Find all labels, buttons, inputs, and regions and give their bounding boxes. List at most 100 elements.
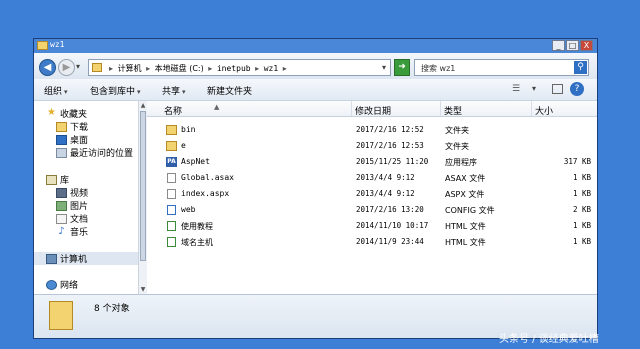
sidebar-item-recent-places[interactable]: 最近访问的位置 [56, 146, 133, 159]
table-row[interactable]: index.aspx 2013/4/4 9:12 ASPX 文件 1 KB [147, 187, 597, 201]
sidebar-item-downloads[interactable]: 下载 [56, 120, 88, 133]
breadcrumb-computer[interactable]: 计算机 [118, 64, 142, 73]
breadcrumb-local-disk[interactable]: 本地磁盘 (C:) [155, 64, 204, 73]
minimize-button[interactable]: _ [552, 40, 565, 51]
chevron-down-icon: ▾ [137, 88, 141, 96]
file-date: 2017/2/16 12:52 [356, 125, 424, 134]
back-button[interactable]: ◀ [39, 59, 56, 76]
refresh-button[interactable]: ➜ [394, 59, 410, 76]
item-count: 8 个对象 [94, 304, 130, 314]
file-date: 2017/2/16 13:20 [356, 205, 424, 214]
breadcrumb-wz1[interactable]: wz1 [264, 64, 278, 73]
column-divider[interactable] [351, 101, 352, 116]
address-bar: ◀ ▶ ▾ ▸ 计算机 ▸ 本地磁盘 (C:) ▸ inetpub ▸ wz1 … [34, 53, 597, 79]
new-folder-button[interactable]: 新建文件夹 [207, 84, 252, 97]
table-row[interactable]: e 2017/2/16 12:53 文件夹 [147, 139, 597, 153]
command-toolbar: 组织 ▾ 包含到库中 ▾ 共享 ▾ 新建文件夹 ☰ ▾ ? [34, 79, 597, 101]
sidebar-item-music[interactable]: ♪ 音乐 [56, 225, 88, 238]
sidebar-item-favorites[interactable]: ★ 收藏夹 [46, 107, 87, 121]
address-history-dropdown[interactable]: ▾ [382, 63, 386, 72]
network-icon [46, 279, 57, 290]
help-icon[interactable]: ? [570, 82, 584, 96]
breadcrumb-separator[interactable]: ▸ [208, 64, 212, 73]
view-options-dropdown[interactable]: ▾ [532, 84, 536, 93]
chevron-down-icon: ▾ [64, 88, 68, 96]
table-row[interactable]: 使用教程 2014/11/10 10:17 HTML 文件 1 KB [147, 219, 597, 233]
column-divider[interactable] [531, 101, 532, 116]
share-label: 共享 [162, 87, 181, 97]
navigation-pane: ★ 收藏夹 下载 桌面 最近访问的位置 库 视频 图片 文档 ♪ 音乐 计算机 网络 [34, 101, 138, 294]
sidebar-item-label: 库 [60, 176, 70, 186]
file-type: ASAX 文件 [445, 174, 486, 183]
recent-pages-dropdown[interactable]: ▾ [76, 62, 80, 71]
breadcrumb-inetpub[interactable]: inetpub [217, 64, 251, 73]
file-size: 1 KB [572, 221, 591, 230]
sidebar-item-label: 计算机 [60, 255, 88, 265]
sidebar-item-videos[interactable]: 视频 [56, 186, 88, 199]
sidebar-item-libraries[interactable]: 库 [46, 173, 69, 186]
title-bar[interactable]: wz1 _ □ X [34, 39, 597, 53]
breadcrumb-separator[interactable]: ▸ [146, 64, 150, 73]
file-date: 2013/4/4 9:12 [356, 173, 415, 182]
breadcrumb-separator[interactable]: ▸ [283, 64, 287, 73]
sidebar-item-documents[interactable]: 文档 [56, 212, 88, 225]
column-header-size[interactable]: 大小 [535, 104, 553, 117]
column-divider[interactable] [440, 101, 441, 116]
table-row[interactable]: web 2017/2/16 13:20 CONFIG 文件 2 KB [147, 203, 597, 217]
organize-label: 组织 [44, 87, 63, 97]
change-view-icon[interactable]: ☰ [512, 84, 520, 94]
table-row[interactable]: bin 2017/2/16 12:52 文件夹 [147, 123, 597, 137]
address-box[interactable]: ▸ 计算机 ▸ 本地磁盘 (C:) ▸ inetpub ▸ wz1 ▸ ▾ [88, 59, 391, 76]
chevron-down-icon: ▾ [182, 88, 186, 96]
file-type: CONFIG 文件 [445, 206, 495, 215]
html-file-icon [167, 221, 176, 231]
file-name: index.aspx [181, 189, 230, 198]
file-size: 2 KB [572, 205, 591, 214]
sidebar-item-pictures[interactable]: 图片 [56, 199, 88, 212]
preview-pane-icon[interactable] [552, 84, 563, 94]
sidebar-item-label: 图片 [70, 202, 89, 212]
folder-icon [166, 125, 177, 135]
file-type: ASPX 文件 [445, 190, 485, 199]
file-date: 2014/11/10 10:17 [356, 221, 429, 230]
file-name: 使用教程 [181, 222, 213, 231]
document-icon [56, 213, 67, 224]
search-icon[interactable]: ⚲ [574, 61, 587, 74]
column-header-name[interactable]: 名称 [164, 104, 182, 117]
file-date: 2013/4/4 9:12 [356, 189, 415, 198]
table-row[interactable]: Global.asax 2013/4/4 9:12 ASAX 文件 1 KB [147, 171, 597, 185]
close-button[interactable]: X [580, 40, 593, 51]
navigation-scrollbar[interactable]: ▲ ▼ [138, 101, 147, 294]
file-icon [167, 173, 176, 183]
video-icon [56, 187, 67, 198]
table-row[interactable]: 域名主机 2014/11/9 23:44 HTML 文件 1 KB [147, 235, 597, 249]
file-type: 文件夹 [445, 142, 469, 151]
file-size: 1 KB [572, 237, 591, 246]
file-name: 域名主机 [181, 238, 213, 247]
include-in-library-button[interactable]: 包含到库中 ▾ [90, 84, 141, 97]
column-header-type[interactable]: 类型 [444, 104, 462, 117]
config-file-icon [167, 205, 176, 215]
scroll-up-icon[interactable]: ▲ [139, 102, 147, 109]
table-row[interactable]: PA AspNet 2015/11/25 11:20 应用程序 317 KB [147, 155, 597, 169]
file-type: HTML 文件 [445, 222, 486, 231]
sidebar-item-computer[interactable]: 计算机 [34, 252, 138, 265]
picture-icon [56, 200, 67, 211]
organize-button[interactable]: 组织 ▾ [44, 84, 68, 97]
breadcrumb-separator[interactable]: ▸ [255, 64, 259, 73]
folder-icon [37, 41, 48, 50]
maximize-button[interactable]: □ [566, 40, 579, 51]
file-name: web [181, 205, 196, 214]
forward-button[interactable]: ▶ [58, 59, 75, 76]
scrollbar-thumb[interactable] [140, 111, 146, 261]
file-icon [167, 189, 176, 199]
sidebar-item-desktop[interactable]: 桌面 [56, 133, 88, 146]
new-folder-label: 新建文件夹 [207, 87, 253, 97]
scroll-down-icon[interactable]: ▼ [139, 286, 147, 293]
sidebar-item-label: 下载 [70, 123, 89, 133]
share-button[interactable]: 共享 ▾ [162, 84, 186, 97]
column-header-date[interactable]: 修改日期 [355, 104, 391, 117]
star-icon: ★ [47, 107, 56, 118]
search-input[interactable]: 搜索 wz1 ⚲ [414, 59, 589, 76]
sidebar-item-network[interactable]: 网络 [46, 278, 78, 291]
